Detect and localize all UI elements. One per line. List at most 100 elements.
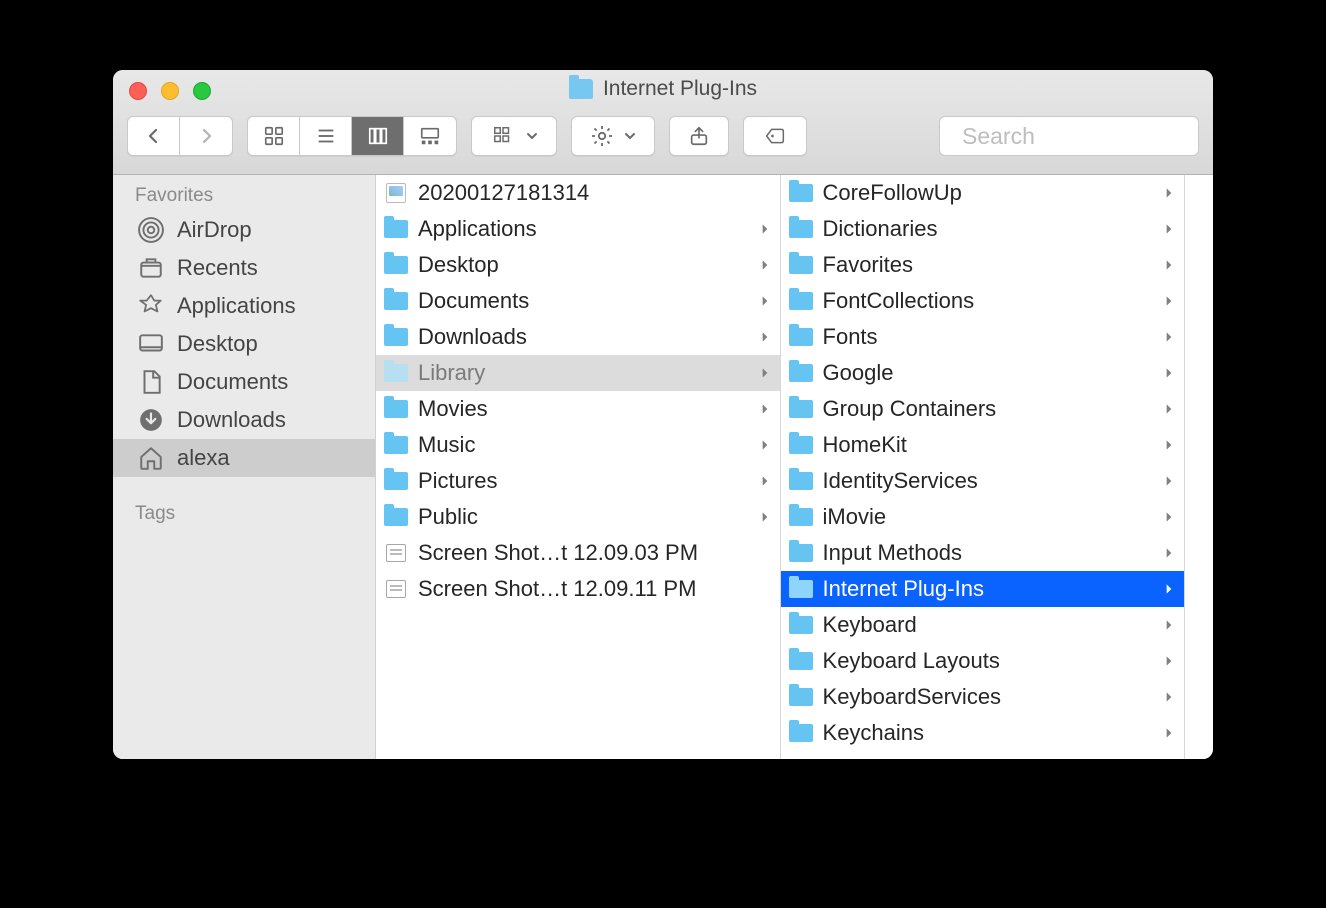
list-item-label: Favorites [823,252,1153,278]
list-item-label: Internet Plug-Ins [823,576,1153,602]
list-item[interactable]: Downloads [376,319,780,355]
sidebar-item-applications[interactable]: Applications [113,287,375,325]
folder-icon [789,614,813,636]
folder-icon [789,578,813,600]
tags-button[interactable] [743,116,807,156]
list-item[interactable]: Group Containers [781,391,1185,427]
close-button[interactable] [129,82,147,100]
list-item[interactable]: Google [781,355,1185,391]
list-item[interactable]: iMovie [781,499,1185,535]
column-3[interactable] [1185,175,1213,759]
list-item-label: Music [418,432,748,458]
folder-icon [384,326,408,348]
folder-icon [789,290,813,312]
list-item[interactable]: Favorites [781,247,1185,283]
toolbar [113,108,1213,174]
nav-group [127,116,233,156]
list-item[interactable]: HomeKit [781,427,1185,463]
list-item[interactable]: 20200127181314 [376,175,780,211]
icon-view-button[interactable] [248,117,300,155]
list-item-label: Google [823,360,1153,386]
list-item[interactable]: Screen Shot…t 12.09.11 PM [376,571,780,607]
sidebar-item-label: Downloads [177,407,286,433]
sidebar-item-airdrop[interactable]: AirDrop [113,211,375,249]
list-item-label: Keyboard Layouts [823,648,1153,674]
list-item[interactable]: Documents [376,283,780,319]
folder-icon [789,506,813,528]
sidebar-item-home[interactable]: alexa [113,439,375,477]
favorites-header: Favorites [113,175,375,211]
list-item-label: Group Containers [823,396,1153,422]
list-item[interactable]: Fonts [781,319,1185,355]
list-item-label: Documents [418,288,748,314]
list-item[interactable]: Keyboard [781,607,1185,643]
forward-button[interactable] [180,117,232,155]
finder-window: Internet Plug-Ins [113,70,1213,759]
list-item[interactable]: Keyboard Layouts [781,643,1185,679]
file-icon [384,542,408,564]
window-body: Favorites AirDrop Recents Applications [113,175,1213,759]
titlebar: Internet Plug-Ins [113,70,1213,175]
list-item[interactable]: Input Methods [781,535,1185,571]
column-view-button[interactable] [352,117,404,155]
folder-icon [789,218,813,240]
list-item[interactable]: Public [376,499,780,535]
title-row: Internet Plug-Ins [113,70,1213,108]
list-item-label: Keyboard [823,612,1153,638]
list-item[interactable]: Applications [376,211,780,247]
group-by[interactable] [471,116,557,156]
list-item[interactable]: CoreFollowUp [781,175,1185,211]
back-button[interactable] [128,117,180,155]
folder-icon [384,218,408,240]
list-view-button[interactable] [300,117,352,155]
folder-icon [384,470,408,492]
list-item[interactable]: Keychains [781,715,1185,751]
list-item-label: Input Methods [823,540,1153,566]
list-item[interactable]: Screen Shot…t 12.09.03 PM [376,535,780,571]
search-input[interactable] [962,123,1213,150]
gallery-view-button[interactable] [404,117,456,155]
folder-icon [384,398,408,420]
sidebar-item-label: Documents [177,369,288,395]
applications-icon [137,293,165,319]
list-item[interactable]: Movies [376,391,780,427]
list-item-label: Screen Shot…t 12.09.03 PM [418,540,772,566]
sidebar-item-downloads[interactable]: Downloads [113,401,375,439]
list-item[interactable]: IdentityServices [781,463,1185,499]
list-item[interactable]: Dictionaries [781,211,1185,247]
list-item[interactable]: FontCollections [781,283,1185,319]
desktop-icon [137,331,165,357]
column-1[interactable]: 20200127181314 Applications Desktop Documen… [376,175,781,759]
window-title: Internet Plug-Ins [569,77,757,101]
sidebar-item-documents[interactable]: Documents [113,363,375,401]
list-item[interactable]: Desktop [376,247,780,283]
list-item-label: Pictures [418,468,748,494]
airdrop-icon [137,217,165,243]
sidebar-item-label: Desktop [177,331,258,357]
list-item-label: Screen Shot…t 12.09.11 PM [418,576,772,602]
folder-icon [789,326,813,348]
sidebar-item-recents[interactable]: Recents [113,249,375,287]
share-button[interactable] [669,116,729,156]
list-item[interactable]: KeyboardServices [781,679,1185,715]
list-item-label: CoreFollowUp [823,180,1153,206]
list-item-label: IdentityServices [823,468,1153,494]
sidebar-item-label: Recents [177,255,258,281]
minimize-button[interactable] [161,82,179,100]
list-item-label: Downloads [418,324,748,350]
folder-icon [789,182,813,204]
list-item[interactable]: Internet Plug-Ins [781,571,1185,607]
folder-icon [569,79,593,99]
zoom-button[interactable] [193,82,211,100]
sidebar-item-desktop[interactable]: Desktop [113,325,375,363]
list-item[interactable]: Music [376,427,780,463]
search-field[interactable] [939,116,1199,156]
list-item[interactable]: Library [376,355,780,391]
list-item-label: Desktop [418,252,748,278]
list-item-label: 20200127181314 [418,180,772,206]
list-item-label: Movies [418,396,748,422]
action-menu[interactable] [571,116,655,156]
list-item[interactable]: Pictures [376,463,780,499]
column-2[interactable]: CoreFollowUp Dictionaries Favorites FontCol… [781,175,1186,759]
downloads-icon [137,407,165,433]
